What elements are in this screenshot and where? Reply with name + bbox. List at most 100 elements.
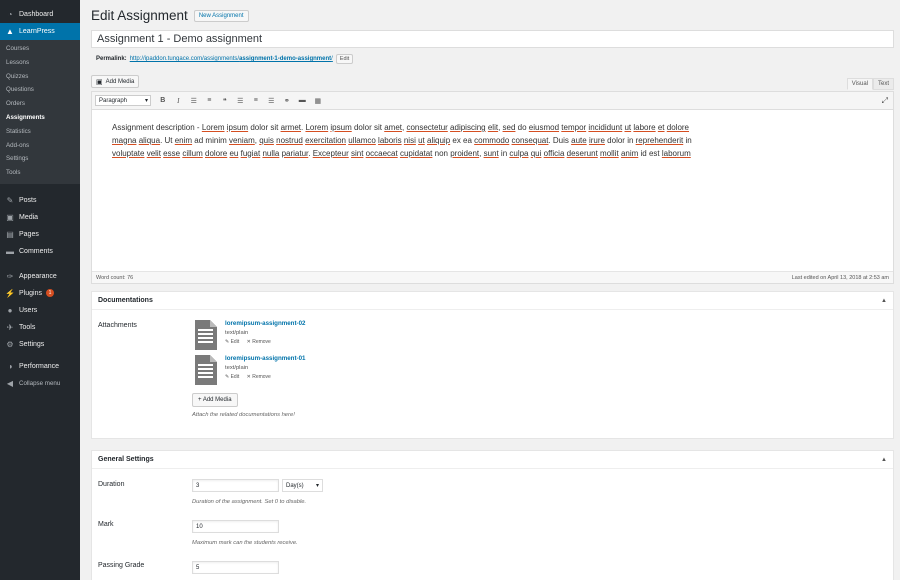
fullscreen-icon[interactable]: ⤢ — [882, 96, 888, 106]
add-media-label: Add Media — [105, 78, 135, 85]
link-icon[interactable]: ⚭ — [279, 95, 295, 107]
attachment-type: text/plain — [225, 330, 249, 336]
page-title: Edit Assignment — [91, 8, 188, 23]
menu-collapse-label: Collapse menu — [19, 379, 61, 387]
documentations-header[interactable]: Documentations ▲ — [92, 292, 893, 310]
misspelled-word: cupidatat — [399, 148, 433, 158]
pages-icon: ▤ — [6, 229, 14, 239]
chevron-down-icon: ▾ — [144, 98, 148, 104]
menu-settings[interactable]: ⚙ Settings — [0, 336, 80, 353]
posts-icon: ✎ — [6, 195, 14, 205]
submenu-quizzes[interactable]: Quizzes — [0, 70, 80, 84]
menu-performance[interactable]: ◑ Performance — [0, 358, 80, 375]
plugins-update-badge: 1 — [45, 289, 54, 298]
submenu-lessons[interactable]: Lessons — [0, 56, 80, 70]
bold-icon[interactable]: B — [155, 95, 171, 107]
submenu-tools[interactable]: Tools — [0, 166, 80, 180]
attachment-name[interactable]: loremipsum-assignment-01 — [225, 355, 305, 362]
misspelled-word: amet — [384, 123, 402, 132]
attachment-name[interactable]: loremipsum-assignment-02 — [225, 320, 305, 327]
attachment-remove[interactable]: ✕ Remove — [247, 339, 274, 345]
submenu-questions[interactable]: Questions — [0, 83, 80, 97]
new-assignment-button[interactable]: New Assignment — [193, 9, 249, 22]
menu-comments[interactable]: ▬ Comments — [0, 243, 80, 260]
passing-grade-input[interactable]: 5 — [192, 561, 279, 574]
submenu-statistics[interactable]: Statistics — [0, 125, 80, 139]
tab-visual[interactable]: Visual — [846, 78, 873, 90]
menu-dashboard-label: Dashboard — [19, 11, 54, 18]
permalink-base: http://ipaddon.tungace.com/assignments/ — [129, 56, 240, 62]
documentations-title: Documentations — [98, 297, 153, 304]
learnpress-submenu: Courses Lessons Quizzes Questions Orders… — [0, 40, 80, 184]
align-center-icon[interactable]: ≡ — [248, 95, 264, 107]
menu-posts[interactable]: ✎ Posts — [0, 192, 80, 209]
align-right-icon[interactable]: ☰ — [264, 95, 280, 107]
editor-text: dolor in — [604, 135, 636, 145]
numbered-list-icon[interactable]: ≡ — [202, 95, 218, 107]
misspelled-word: veniam — [228, 135, 255, 145]
misspelled-word: esse — [163, 148, 181, 158]
collapse-up-icon[interactable]: ▲ — [881, 298, 887, 304]
menu-collapse[interactable]: ◀ Collapse menu — [0, 375, 80, 392]
editor-text: do — [515, 123, 529, 132]
menu-tools[interactable]: ✈ Tools — [0, 319, 80, 336]
menu-plugins[interactable]: ⚡ Plugins 1 — [0, 285, 80, 302]
editor-text: Assignment description - — [112, 123, 202, 132]
menu-media[interactable]: ▣ Media — [0, 209, 80, 226]
submenu-addons[interactable]: Add-ons — [0, 139, 80, 153]
mark-label: Mark — [98, 521, 114, 528]
format-select[interactable]: Paragraph ▾ — [95, 95, 151, 106]
duration-input[interactable]: 3 — [192, 479, 279, 492]
post-title-input[interactable]: Assignment 1 - Demo assignment — [91, 30, 894, 48]
menu-appearance-label: Appearance — [19, 272, 57, 280]
misspelled-word: armet — [280, 123, 302, 132]
collapse-up-icon[interactable]: ▲ — [881, 457, 887, 463]
misspelled-word: qui — [530, 148, 542, 158]
attachment-remove[interactable]: ✕ Remove — [247, 374, 274, 380]
menu-appearance[interactable]: ✑ Appearance — [0, 268, 80, 285]
attachment-edit[interactable]: ✎ Edit — [225, 374, 242, 380]
passing-grade-label: Passing Grade — [98, 562, 145, 569]
read-more-icon[interactable]: ▬ — [295, 95, 311, 107]
attachment-actions: ✎ Edit ✕ Remove — [225, 339, 305, 345]
permalink-edit-button[interactable]: Edit — [335, 54, 354, 64]
docs-add-media-button[interactable]: + Add Media — [192, 393, 238, 407]
mark-input[interactable]: 10 — [192, 520, 279, 533]
blockquote-icon[interactable]: ❝ — [217, 95, 233, 107]
misspelled-word: deserunt — [566, 148, 598, 158]
editor-body[interactable]: Assignment description - Lorem ipsum dol… — [92, 110, 712, 172]
misspelled-word: labore — [633, 123, 656, 132]
appearance-icon: ✑ — [6, 271, 14, 281]
menu-users[interactable]: ● Users — [0, 302, 80, 319]
menu-dashboard[interactable]: ◔ Dashboard — [0, 6, 80, 23]
editor-tabs: Visual Text — [846, 78, 894, 90]
media-camera-icon: ▣ — [96, 78, 103, 86]
misspelled-word: aute — [571, 135, 587, 145]
misspelled-word: Lorem — [305, 123, 329, 132]
submenu-courses[interactable]: Courses — [0, 42, 80, 56]
permalink-link[interactable]: http://ipaddon.tungace.com/assignments/a… — [130, 56, 333, 62]
misspelled-word: incididunt — [588, 123, 623, 132]
italic-icon[interactable]: I — [171, 95, 187, 107]
permalink-slug: assignment-1-demo-assignment — [239, 56, 332, 62]
attachment-edit-label: Edit — [230, 339, 240, 345]
misspelled-word: ipsum — [330, 123, 352, 132]
submenu-settings[interactable]: Settings — [0, 152, 80, 166]
submenu-assignments[interactable]: Assignments — [0, 111, 80, 125]
toolbar-toggle-icon[interactable]: ▦ — [310, 95, 326, 107]
tab-text[interactable]: Text — [872, 78, 894, 90]
misspelled-word: Excepteur — [312, 148, 349, 158]
menu-learnpress[interactable]: ▲ LearnPress — [0, 23, 80, 40]
align-left-icon[interactable]: ☰ — [233, 95, 249, 107]
submenu-orders[interactable]: Orders — [0, 97, 80, 111]
bullet-list-icon[interactable]: ☰ — [186, 95, 202, 107]
duration-unit-select[interactable]: Day(s) ▾ — [282, 479, 323, 492]
menu-pages[interactable]: ▤ Pages — [0, 226, 80, 243]
attachment-actions: ✎ Edit ✕ Remove — [225, 374, 305, 380]
attachment-edit[interactable]: ✎ Edit — [225, 339, 242, 345]
editor-text: id est — [638, 148, 662, 158]
add-media-button[interactable]: ▣ Add Media — [91, 75, 140, 88]
misspelled-word: laboris — [378, 135, 402, 145]
general-settings-header[interactable]: General Settings ▲ — [92, 451, 893, 469]
attachment-item: loremipsum-assignment-02 text/plain ✎ Ed… — [195, 320, 305, 350]
